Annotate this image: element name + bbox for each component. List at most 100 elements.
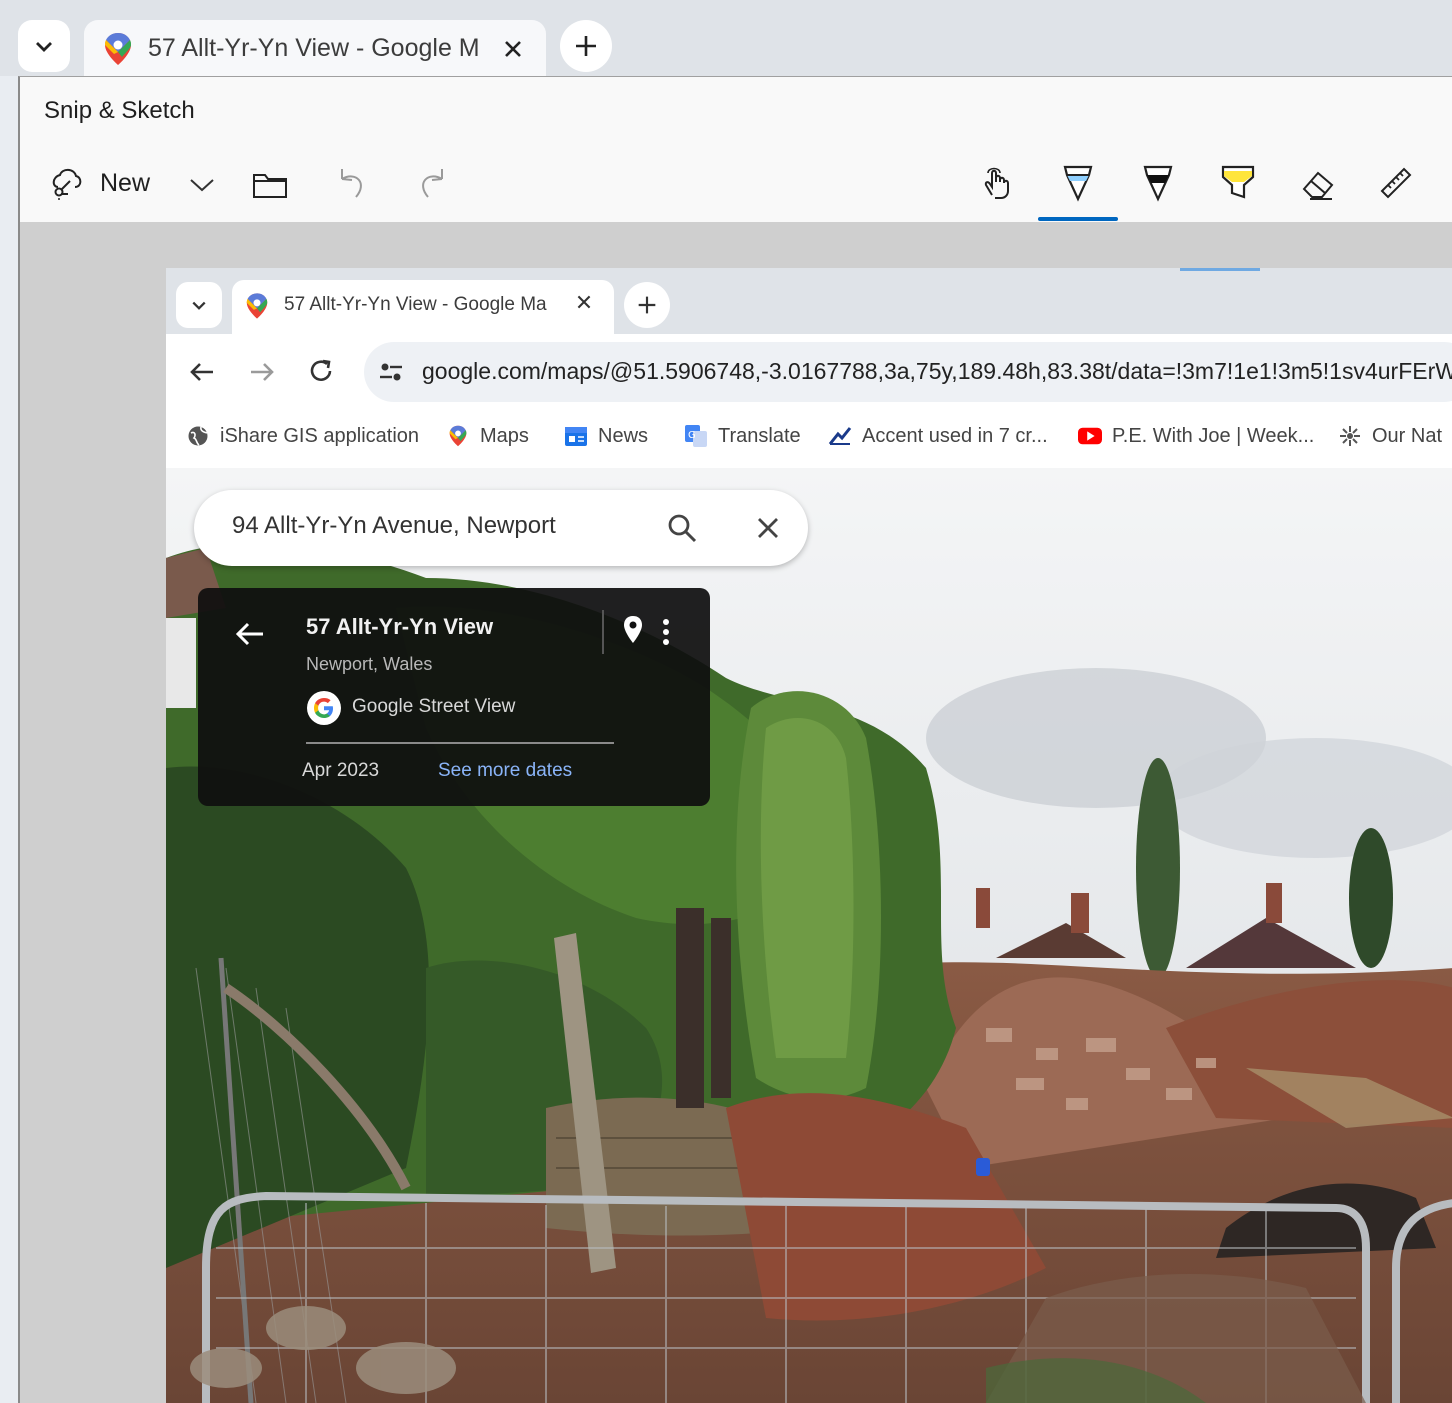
- location-pin-icon: [624, 616, 642, 643]
- plus-icon: [576, 36, 596, 56]
- active-tool-indicator: [1038, 217, 1118, 221]
- arrow-left-icon: [235, 622, 263, 646]
- card-divider: [306, 742, 614, 744]
- outer-new-tab-button[interactable]: [560, 20, 612, 72]
- redo-button[interactable]: [412, 165, 452, 205]
- ruler-icon: [1380, 167, 1412, 199]
- site-info-button[interactable]: [376, 358, 406, 386]
- chart-icon: [828, 424, 852, 448]
- bookmark-label: P.E. With Joe | Week...: [1112, 424, 1315, 447]
- bookmark-label: Maps: [480, 424, 529, 447]
- outer-tab-close-button[interactable]: [498, 34, 528, 64]
- close-icon: [577, 295, 591, 309]
- maps-search-box[interactable]: 94 Allt-Yr-Yn Avenue, Newport: [194, 490, 808, 566]
- street-view-info-card: 57 Allt-Yr-Yn View Newport, Wales Google…: [198, 588, 710, 806]
- snip-scissors-icon: [52, 168, 82, 200]
- bookmark-label: Translate: [718, 424, 801, 447]
- globe-icon: [186, 424, 210, 448]
- eraser-icon: [1302, 171, 1334, 200]
- pencil-icon: [1143, 165, 1173, 202]
- place-subtitle: Newport, Wales: [306, 654, 433, 674]
- inner-active-tab[interactable]: 57 Allt-Yr-Yn View - Google Ma: [232, 280, 614, 334]
- bookmark-maps[interactable]: Maps: [446, 424, 529, 448]
- pencil-button[interactable]: [1138, 161, 1178, 205]
- omnibox[interactable]: google.com/maps/@51.5906748,-3.0167788,3…: [364, 342, 1452, 402]
- inner-tab-strip: 57 Allt-Yr-Yn View - Google Ma: [166, 268, 1452, 334]
- url-text: google.com/maps/@51.5906748,-3.0167788,3…: [422, 358, 1452, 384]
- news-icon: [564, 424, 588, 448]
- tab-search-dropdown-button[interactable]: [18, 20, 70, 72]
- image-source-label: Google Street View: [352, 696, 516, 717]
- bookmark-our-nat[interactable]: Our Nat: [1338, 424, 1442, 448]
- nature-icon: [1338, 424, 1362, 448]
- bookmark-label: iShare GIS application: [220, 424, 420, 447]
- street-view-panorama[interactable]: 94 Allt-Yr-Yn Avenue, Newport 57 Allt-Yr…: [166, 468, 1452, 1403]
- see-more-dates-link[interactable]: See more dates: [438, 760, 572, 782]
- chevron-down-icon: [190, 179, 214, 192]
- inner-new-tab-button[interactable]: [624, 282, 670, 328]
- chevron-down-icon: [192, 301, 206, 310]
- captured-screenshot: 57 Allt-Yr-Yn View - Google Ma google.co…: [166, 268, 1452, 1403]
- open-file-button[interactable]: [252, 167, 288, 203]
- new-snip-options-button[interactable]: [186, 169, 218, 201]
- inner-tab-search-button[interactable]: [176, 282, 222, 328]
- ruler-button[interactable]: [1376, 163, 1416, 203]
- new-snip-button[interactable]: [46, 163, 86, 203]
- search-input[interactable]: 94 Allt-Yr-Yn Avenue, Newport: [232, 512, 556, 540]
- inner-address-bar-row: google.com/maps/@51.5906748,-3.0167788,3…: [166, 334, 1452, 410]
- arrow-right-icon: [251, 363, 274, 381]
- google-maps-pin-icon: [105, 33, 131, 65]
- snip-sketch-window: Snip & Sketch New 57 Allt-Yr-Yn View - G…: [18, 76, 1452, 1403]
- more-vertical-icon: [663, 619, 669, 645]
- arrow-left-icon: [190, 363, 213, 381]
- clear-search-button[interactable]: [750, 510, 786, 546]
- view-on-map-button[interactable]: [618, 612, 648, 648]
- reload-icon: [310, 359, 332, 381]
- chevron-down-icon: [36, 42, 52, 52]
- bookmarks-bar: iShare GIS application Maps News G Trans…: [166, 410, 1452, 469]
- ballpoint-pen-button[interactable]: [1058, 161, 1098, 205]
- plus-icon: [638, 296, 656, 314]
- google-logo-icon: [306, 690, 342, 726]
- bookmark-label: Our Nat: [1372, 424, 1443, 447]
- eraser-button[interactable]: [1298, 163, 1338, 203]
- card-separator: [602, 610, 604, 654]
- overlay-indicator: [1180, 268, 1260, 271]
- svg-text:G: G: [688, 430, 696, 441]
- bookmark-accent[interactable]: Accent used in 7 cr...: [828, 424, 1048, 448]
- app-title: Snip & Sketch: [44, 97, 195, 124]
- bookmark-translate[interactable]: G Translate: [684, 424, 801, 448]
- redo-icon: [422, 169, 443, 198]
- new-button-label[interactable]: New: [100, 169, 150, 198]
- back-to-map-button[interactable]: [232, 616, 268, 652]
- place-title: 57 Allt-Yr-Yn View: [306, 614, 494, 639]
- outer-active-tab[interactable]: 57 Allt-Yr-Yn View - Google Ma: [84, 20, 546, 76]
- more-options-button[interactable]: [656, 614, 676, 650]
- search-icon: [668, 514, 697, 543]
- inner-tab-close-button[interactable]: [576, 294, 592, 310]
- bookmark-pe-with-joe[interactable]: P.E. With Joe | Week...: [1078, 424, 1314, 448]
- outer-tab-strip: 57 Allt-Yr-Yn View - Google Ma: [0, 0, 1452, 76]
- snip-toolbar: Snip & Sketch New: [20, 77, 1452, 222]
- touch-writing-button[interactable]: [978, 163, 1018, 203]
- reload-button[interactable]: [304, 354, 338, 388]
- undo-button[interactable]: [332, 165, 372, 205]
- undo-icon: [341, 169, 362, 198]
- youtube-icon: [1078, 424, 1102, 448]
- bookmark-label: News: [598, 424, 649, 447]
- bookmark-label: Accent used in 7 cr...: [862, 424, 1048, 447]
- back-button[interactable]: [186, 356, 218, 388]
- forward-button[interactable]: [246, 356, 278, 388]
- bookmark-news[interactable]: News: [564, 424, 648, 448]
- maps-pin-icon: [446, 424, 470, 448]
- highlighter-button[interactable]: [1218, 161, 1258, 205]
- google-maps-pin-icon: [246, 293, 268, 319]
- search-button[interactable]: [664, 510, 700, 546]
- bookmark-ishare[interactable]: iShare GIS application: [186, 424, 419, 448]
- inner-tab-title: 57 Allt-Yr-Yn View - Google Ma: [284, 294, 547, 315]
- tune-icon: [380, 363, 402, 381]
- ballpoint-pen-icon: [1063, 165, 1093, 202]
- close-icon: [758, 518, 778, 538]
- translate-icon: G: [684, 424, 708, 448]
- close-icon: [505, 41, 521, 57]
